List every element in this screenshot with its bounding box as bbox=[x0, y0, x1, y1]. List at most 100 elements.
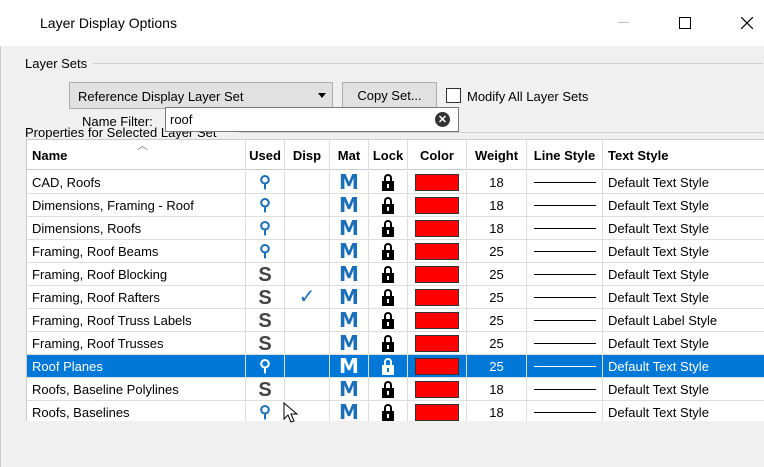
weight-value[interactable]: 25 bbox=[467, 332, 527, 355]
weight-value[interactable]: 25 bbox=[467, 263, 527, 286]
lock-cell[interactable] bbox=[369, 401, 408, 421]
text-style-value[interactable]: Default Text Style bbox=[603, 401, 764, 421]
column-header-mat[interactable]: Mat bbox=[330, 140, 369, 170]
text-style-value[interactable]: Default Text Style bbox=[603, 332, 764, 355]
lock-cell[interactable] bbox=[369, 240, 408, 263]
used-cell[interactable]: ⚲ bbox=[246, 217, 285, 240]
color-cell[interactable] bbox=[408, 309, 467, 332]
table-row[interactable]: Framing, Roof Blocking S M 25 Default Te… bbox=[27, 263, 764, 286]
weight-value[interactable]: 18 bbox=[467, 171, 527, 194]
disp-cell[interactable]: ✓ bbox=[285, 286, 330, 309]
table-row[interactable]: Roofs, Baseline Polylines S M 18 Default… bbox=[27, 378, 764, 401]
mat-cell[interactable]: M bbox=[330, 309, 369, 332]
disp-cell[interactable] bbox=[285, 240, 330, 263]
disp-cell[interactable] bbox=[285, 309, 330, 332]
text-style-value[interactable]: Default Text Style bbox=[603, 194, 764, 217]
column-header-line-style[interactable]: Line Style bbox=[527, 140, 603, 170]
weight-value[interactable]: 18 bbox=[467, 217, 527, 240]
copy-set-button[interactable]: Copy Set... bbox=[342, 82, 437, 109]
used-cell[interactable]: ⚲ bbox=[246, 401, 285, 421]
table-row[interactable]: Framing, Roof Trusses S M 25 Default Tex… bbox=[27, 332, 764, 355]
mat-cell[interactable]: M bbox=[330, 401, 369, 421]
layer-set-dropdown[interactable]: Reference Display Layer Set bbox=[69, 82, 333, 109]
text-style-value[interactable]: Default Text Style bbox=[603, 286, 764, 309]
line-style-cell[interactable] bbox=[527, 171, 603, 194]
line-style-cell[interactable] bbox=[527, 355, 603, 378]
color-cell[interactable] bbox=[408, 355, 467, 378]
column-header-disp[interactable]: Disp bbox=[285, 140, 330, 170]
disp-cell[interactable] bbox=[285, 263, 330, 286]
text-style-value[interactable]: Default Text Style bbox=[603, 355, 764, 378]
line-style-cell[interactable] bbox=[527, 378, 603, 401]
color-cell[interactable] bbox=[408, 286, 467, 309]
table-row[interactable]: Dimensions, Roofs ⚲ M 18 Default Text St… bbox=[27, 217, 764, 240]
color-cell[interactable] bbox=[408, 217, 467, 240]
mat-cell[interactable]: M bbox=[330, 355, 369, 378]
line-style-cell[interactable] bbox=[527, 286, 603, 309]
lock-cell[interactable] bbox=[369, 332, 408, 355]
lock-cell[interactable] bbox=[369, 194, 408, 217]
lock-cell[interactable] bbox=[369, 263, 408, 286]
color-cell[interactable] bbox=[408, 240, 467, 263]
table-row[interactable]: Roof Planes ⚲ M 25 Default Text Style bbox=[27, 355, 764, 378]
mat-cell[interactable]: M bbox=[330, 378, 369, 401]
used-cell[interactable]: ⚲ bbox=[246, 355, 285, 378]
disp-cell[interactable] bbox=[285, 194, 330, 217]
minimize-button[interactable] bbox=[600, 8, 646, 38]
maximize-button[interactable] bbox=[662, 8, 708, 38]
text-style-value[interactable]: Default Label Style bbox=[603, 309, 764, 332]
used-cell[interactable]: S bbox=[246, 309, 285, 332]
mat-cell[interactable]: M bbox=[330, 171, 369, 194]
clear-filter-icon[interactable]: ✕ bbox=[435, 112, 450, 127]
table-row[interactable]: Framing, Roof Rafters S ✓ M 25 Default T… bbox=[27, 286, 764, 309]
used-cell[interactable]: S bbox=[246, 332, 285, 355]
text-style-value[interactable]: Default Text Style bbox=[603, 263, 764, 286]
disp-cell[interactable] bbox=[285, 332, 330, 355]
column-header-weight[interactable]: Weight bbox=[467, 140, 527, 170]
line-style-cell[interactable] bbox=[527, 332, 603, 355]
column-header-name[interactable]: Name bbox=[27, 140, 246, 170]
lock-cell[interactable] bbox=[369, 217, 408, 240]
used-cell[interactable]: ⚲ bbox=[246, 240, 285, 263]
weight-value[interactable]: 25 bbox=[467, 309, 527, 332]
line-style-cell[interactable] bbox=[527, 309, 603, 332]
table-row[interactable]: Framing, Roof Beams ⚲ M 25 Default Text … bbox=[27, 240, 764, 263]
line-style-cell[interactable] bbox=[527, 240, 603, 263]
text-style-value[interactable]: Default Text Style bbox=[603, 217, 764, 240]
used-cell[interactable]: ⚲ bbox=[246, 194, 285, 217]
weight-value[interactable]: 25 bbox=[467, 355, 527, 378]
line-style-cell[interactable] bbox=[527, 401, 603, 421]
close-button[interactable] bbox=[724, 8, 764, 38]
weight-value[interactable]: 25 bbox=[467, 240, 527, 263]
disp-cell[interactable] bbox=[285, 171, 330, 194]
lock-cell[interactable] bbox=[369, 355, 408, 378]
color-cell[interactable] bbox=[408, 171, 467, 194]
weight-value[interactable]: 25 bbox=[467, 286, 527, 309]
lock-cell[interactable] bbox=[369, 286, 408, 309]
name-filter-input[interactable]: roof ✕ bbox=[165, 107, 459, 132]
color-cell[interactable] bbox=[408, 194, 467, 217]
text-style-value[interactable]: Default Text Style bbox=[603, 240, 764, 263]
mat-cell[interactable]: M bbox=[330, 332, 369, 355]
column-header-color[interactable]: Color bbox=[408, 140, 467, 170]
color-cell[interactable] bbox=[408, 263, 467, 286]
modify-all-checkbox[interactable] bbox=[446, 88, 461, 103]
disp-cell[interactable] bbox=[285, 355, 330, 378]
color-cell[interactable] bbox=[408, 401, 467, 421]
line-style-cell[interactable] bbox=[527, 194, 603, 217]
text-style-value[interactable]: Default Text Style bbox=[603, 378, 764, 401]
mat-cell[interactable]: M bbox=[330, 194, 369, 217]
mat-cell[interactable]: M bbox=[330, 240, 369, 263]
mat-cell[interactable]: M bbox=[330, 286, 369, 309]
lock-cell[interactable] bbox=[369, 171, 408, 194]
column-header-used[interactable]: Used bbox=[246, 140, 285, 170]
color-cell[interactable] bbox=[408, 378, 467, 401]
weight-value[interactable]: 18 bbox=[467, 401, 527, 421]
weight-value[interactable]: 18 bbox=[467, 378, 527, 401]
line-style-cell[interactable] bbox=[527, 263, 603, 286]
table-row[interactable]: Framing, Roof Truss Labels S M 25 Defaul… bbox=[27, 309, 764, 332]
disp-cell[interactable] bbox=[285, 217, 330, 240]
text-style-value[interactable]: Default Text Style bbox=[603, 171, 764, 194]
lock-cell[interactable] bbox=[369, 378, 408, 401]
weight-value[interactable]: 18 bbox=[467, 194, 527, 217]
